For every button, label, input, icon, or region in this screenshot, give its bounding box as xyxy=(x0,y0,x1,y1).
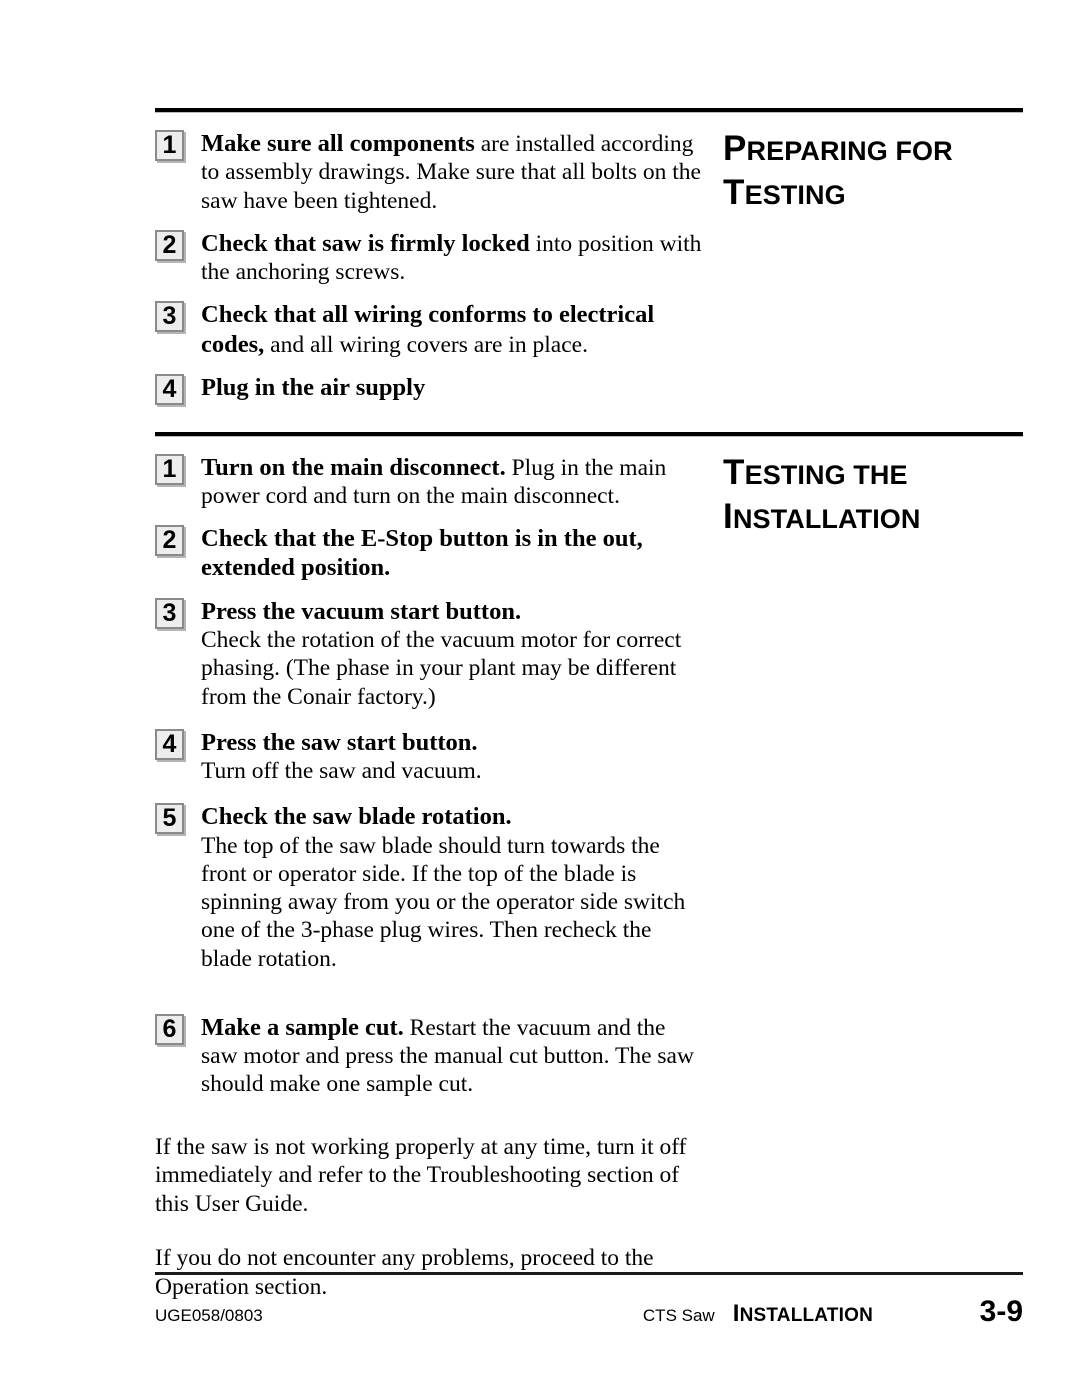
step-bold-lead: Press the vacuum start button. xyxy=(201,597,522,625)
step-text: Check the saw blade rotation. The top of … xyxy=(201,802,707,972)
closing-paragraph: If the saw is not working properly at an… xyxy=(155,1133,687,1217)
step-number-badge: 2 xyxy=(155,229,184,261)
step-item: 1 Make sure all components are installed… xyxy=(155,129,707,215)
heading-line-2: INSTALLATION xyxy=(723,497,921,536)
heading-line-1: TESTING THE xyxy=(723,453,908,492)
heading-smallcaps: REPARING FOR xyxy=(746,136,953,166)
step-text: Check that the E-Stop button is in the o… xyxy=(201,524,707,583)
step-text: Press the vacuum start button. Check the … xyxy=(201,597,707,711)
step-text: Turn on the main disconnect. Plug in the… xyxy=(201,453,707,511)
step-bold-lead: Plug in the air supply xyxy=(201,374,426,402)
step-item: 4 Plug in the air supply xyxy=(155,373,707,406)
footer-section-initial: I xyxy=(732,1300,740,1327)
step-item: 2 Check that saw is firmly locked into p… xyxy=(155,229,707,287)
step-number-badge: 6 xyxy=(155,1013,184,1045)
step-item: 3 Press the vacuum start button. Check th… xyxy=(155,597,707,711)
heading-line-2: TESTING xyxy=(723,173,846,212)
heading-smallcaps: ESTING THE xyxy=(744,459,908,490)
heading-initial: T xyxy=(723,173,745,213)
step-text: Make a sample cut. Restart the vacuum an… xyxy=(201,1013,707,1099)
step-text: Check that saw is firmly locked into pos… xyxy=(201,229,707,287)
footer-section-name: INSTALLATION xyxy=(733,1300,873,1328)
heading-smallcaps: ESTING xyxy=(744,180,846,211)
heading-initial: T xyxy=(723,452,745,492)
step-item: 2 Check that the E-Stop button is in the… xyxy=(155,524,707,583)
section-2-steps: 1 Turn on the main disconnect. Plug in t… xyxy=(155,437,707,1328)
step-item: 3 Check that all wiring conforms to elec… xyxy=(155,300,707,359)
step-body: and all wiring covers are in place. xyxy=(264,331,588,358)
product-name: CTS Saw xyxy=(642,1306,715,1325)
step-number-badge: 3 xyxy=(155,597,184,629)
step-item: 5 Check the saw blade rotation. The top o… xyxy=(155,802,707,972)
section-2-heading-column: TESTING THE INSTALLATION xyxy=(707,437,1023,540)
heading-line-1: PREPARING FOR xyxy=(723,129,953,168)
step-text: Make sure all components are installed a… xyxy=(201,129,707,215)
step-body: Check the rotation of the vacuum motor f… xyxy=(201,627,682,710)
step-bold-lead: Check the saw blade rotation. xyxy=(201,803,512,831)
step-number-badge: 1 xyxy=(155,130,184,161)
section-1-heading-column: PREPARING FOR TESTING xyxy=(707,113,1023,216)
heading-initial: P xyxy=(723,129,747,168)
step-bold-lead: Make sure all components xyxy=(201,130,475,157)
step-bold-lead: Check that saw is firmly locked xyxy=(201,229,530,257)
step-item: 1 Turn on the main disconnect. Plug in t… xyxy=(155,453,707,511)
heading-initial: I xyxy=(723,496,733,536)
step-number-badge: 4 xyxy=(155,728,184,760)
document-page: 1 Make sure all components are installed… xyxy=(155,0,1023,1397)
step-number-badge: 4 xyxy=(155,374,184,406)
step-number-badge: 2 xyxy=(155,525,184,557)
step-bold-lead: Make a sample cut. xyxy=(201,1013,404,1041)
page-footer: UGE058/0803 CTS Saw INSTALLATION 3-9 xyxy=(155,1272,1023,1329)
footer-section-rest: NSTALLATION xyxy=(739,1305,873,1326)
footer-row: UGE058/0803 CTS Saw INSTALLATION 3-9 xyxy=(155,1275,1023,1329)
page-number: 3-9 xyxy=(979,1295,1023,1328)
step-item: 4 Press the saw start button. Turn off th… xyxy=(155,728,707,786)
step-text: Press the saw start button. Turn off the … xyxy=(201,728,707,786)
document-code: UGE058/0803 xyxy=(155,1306,263,1325)
heading-smallcaps: NSTALLATION xyxy=(732,503,921,534)
step-number-badge: 1 xyxy=(155,453,184,485)
step-bold-lead: Press the saw start button. xyxy=(201,728,478,756)
step-number-badge: 5 xyxy=(155,803,184,835)
step-item: 6 Make a sample cut. Restart the vacuum … xyxy=(155,1013,707,1099)
step-text: Plug in the air supply xyxy=(201,373,707,402)
section-1-steps: 1 Make sure all components are installed… xyxy=(155,113,707,420)
step-bold-lead: Check that the E-Stop button is in the o… xyxy=(201,525,643,582)
page-title: TESTING THE INSTALLATION xyxy=(723,451,1023,540)
section-testing-the-installation: 1 Turn on the main disconnect. Plug in t… xyxy=(155,437,1023,1328)
step-bold-lead: Turn on the main disconnect. xyxy=(201,453,506,481)
step-body: The top of the saw blade should turn tow… xyxy=(201,832,686,972)
step-text: Check that all wiring conforms to electr… xyxy=(201,300,707,359)
step-number-badge: 3 xyxy=(155,301,184,333)
page-title: PREPARING FOR TESTING xyxy=(723,127,1023,216)
step-body: Turn off the saw and vacuum. xyxy=(201,758,482,785)
section-preparing-for-testing: 1 Make sure all components are installed… xyxy=(155,113,1023,420)
